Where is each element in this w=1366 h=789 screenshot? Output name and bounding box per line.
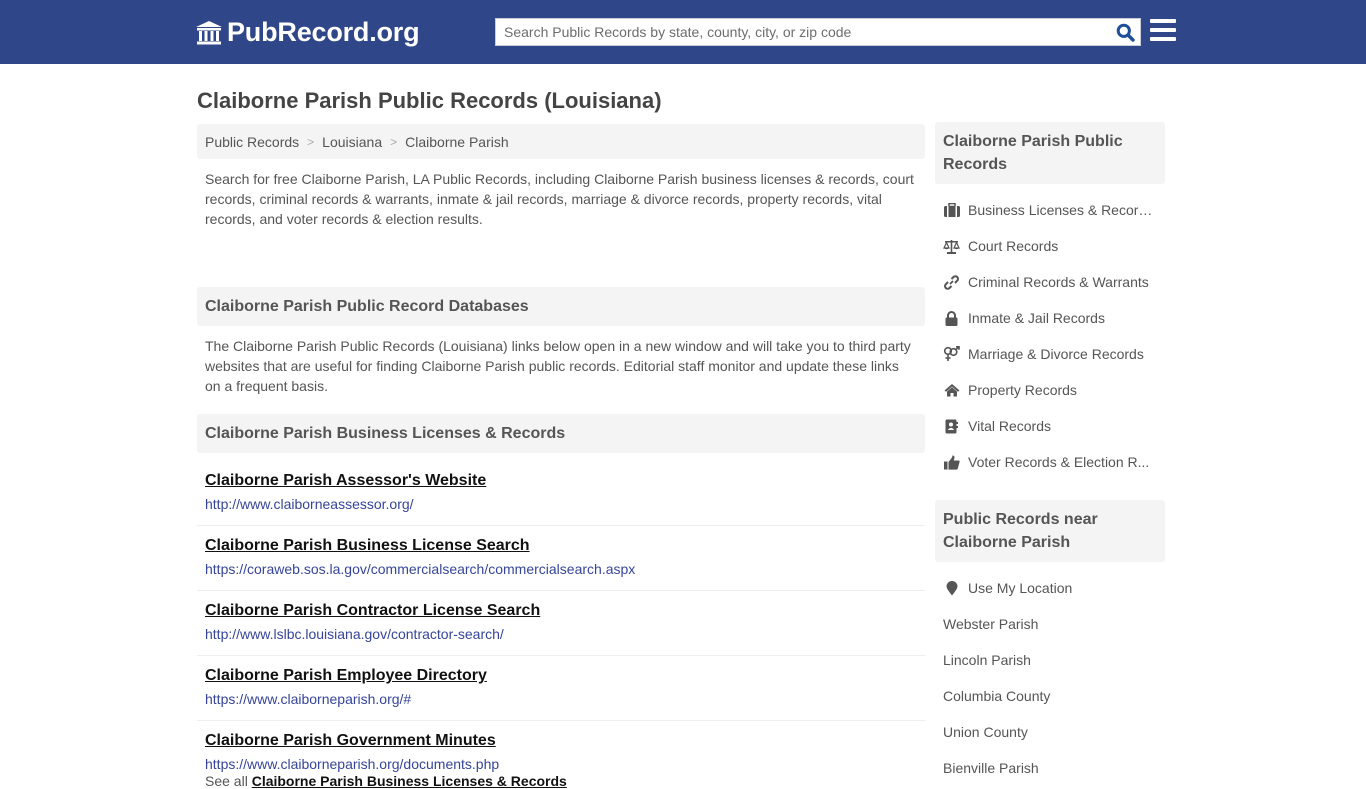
link-url[interactable]: http://www.lslbc.louisiana.gov/contracto… (205, 625, 917, 643)
business-links-list: Claiborne Parish Assessor's Website http… (197, 461, 925, 776)
contact-book-icon (943, 418, 960, 434)
link-title[interactable]: Claiborne Parish Government Minutes (205, 730, 917, 752)
link-icon (943, 274, 960, 290)
breadcrumb-louisiana[interactable]: Louisiana (322, 134, 382, 150)
link-url[interactable]: https://www.claiborneparish.org/document… (205, 755, 917, 773)
sidebar-item-property[interactable]: Property Records (935, 372, 1165, 408)
sidebar-item-label: Voter Records & Election R... (968, 454, 1150, 470)
breadcrumb: Public Records > Louisiana > Claiborne P… (197, 124, 925, 159)
sidebar-item-court[interactable]: Court Records (935, 228, 1165, 264)
sidebar: Claiborne Parish Public Records Business… (935, 122, 1165, 786)
sidebar-nearby-heading: Public Records near Claiborne Parish (935, 500, 1165, 562)
use-my-location-button[interactable]: Use My Location (935, 570, 1165, 606)
nearby-item-union-county[interactable]: Union County (935, 714, 1165, 750)
page-title: Claiborne Parish Public Records (Louisia… (197, 88, 662, 113)
list-item: Claiborne Parish Employee Directory http… (197, 656, 925, 721)
link-title[interactable]: Claiborne Parish Contractor License Sear… (205, 600, 917, 622)
breadcrumb-public-records[interactable]: Public Records (205, 134, 299, 150)
search-icon (1116, 23, 1135, 42)
see-all-row: See all Claiborne Parish Business Licens… (197, 773, 925, 789)
sidebar-item-criminal[interactable]: Criminal Records & Warrants (935, 264, 1165, 300)
link-title[interactable]: Claiborne Parish Business License Search (205, 535, 917, 557)
list-item: Claiborne Parish Business License Search… (197, 526, 925, 591)
link-title[interactable]: Claiborne Parish Employee Directory (205, 665, 917, 687)
top-navbar: PubRecord.org (0, 0, 1366, 64)
logo-text: PubRecord.org (227, 17, 420, 47)
breadcrumb-claiborne-parish[interactable]: Claiborne Parish (405, 134, 509, 150)
sidebar-item-label: Inmate & Jail Records (968, 310, 1105, 326)
courthouse-icon (196, 20, 222, 44)
sidebar-item-vital[interactable]: Vital Records (935, 408, 1165, 444)
intro-text: Search for free Claiborne Parish, LA Pub… (205, 171, 914, 227)
search-bar (495, 18, 1141, 46)
nearby-item-webster-parish[interactable]: Webster Parish (935, 606, 1165, 642)
main-content: Public Records > Louisiana > Claiborne P… (197, 124, 925, 789)
use-my-location-label: Use My Location (968, 580, 1073, 596)
sidebar-item-label: Court Records (968, 238, 1059, 254)
nearby-item-lincoln-parish[interactable]: Lincoln Parish (935, 642, 1165, 678)
list-item: Claiborne Parish Contractor License Sear… (197, 591, 925, 656)
menu-bar-icon (1150, 19, 1176, 23)
search-input[interactable] (496, 19, 1110, 45)
sidebar-item-business[interactable]: Business Licenses & Records (935, 192, 1165, 228)
see-all-prefix: See all (205, 773, 248, 789)
menu-bar-icon (1150, 28, 1176, 32)
business-heading: Claiborne Parish Business Licenses & Rec… (197, 414, 925, 453)
menu-bar-icon (1150, 37, 1176, 41)
sidebar-item-label: Criminal Records & Warrants (968, 274, 1149, 290)
sidebar-item-label: Property Records (968, 382, 1077, 398)
sidebar-records-heading: Claiborne Parish Public Records (935, 122, 1165, 184)
lock-icon (943, 310, 960, 326)
sidebar-item-label: Marriage & Divorce Records (968, 346, 1144, 362)
gender-icon (943, 346, 960, 362)
sidebar-item-voter[interactable]: Voter Records & Election R... (935, 444, 1165, 480)
hamburger-menu-button[interactable] (1150, 19, 1176, 43)
sidebar-item-inmate[interactable]: Inmate & Jail Records (935, 300, 1165, 336)
search-button[interactable] (1110, 19, 1140, 45)
sidebar-nearby-list: Use My Location Webster Parish Lincoln P… (935, 562, 1165, 786)
sidebar-item-marriage[interactable]: Marriage & Divorce Records (935, 336, 1165, 372)
sidebar-item-label: Vital Records (968, 418, 1052, 434)
link-url[interactable]: https://www.claiborneparish.org/# (205, 690, 917, 708)
sidebar-records-list: Business Licenses & Records Court Record… (935, 184, 1165, 480)
sidebar-item-label: Business Licenses & Records (968, 202, 1153, 218)
thumbs-up-icon (943, 454, 960, 470)
map-marker-icon (943, 580, 960, 596)
databases-description: The Claiborne Parish Public Records (Lou… (205, 338, 911, 394)
link-title[interactable]: Claiborne Parish Assessor's Website (205, 470, 917, 492)
briefcase-icon (943, 202, 960, 218)
nearby-item-columbia-county[interactable]: Columbia County (935, 678, 1165, 714)
home-icon (943, 382, 960, 398)
breadcrumb-separator: > (307, 134, 315, 149)
breadcrumb-separator: > (390, 134, 398, 149)
see-all-link[interactable]: Claiborne Parish Business Licenses & Rec… (252, 773, 567, 789)
link-url[interactable]: https://coraweb.sos.la.gov/commercialsea… (205, 560, 917, 578)
scale-icon (943, 238, 960, 254)
site-logo-link[interactable]: PubRecord.org (195, 17, 420, 48)
link-url[interactable]: http://www.claiborneassessor.org/ (205, 495, 917, 513)
nearby-item-bienville-parish[interactable]: Bienville Parish (935, 750, 1165, 786)
list-item: Claiborne Parish Assessor's Website http… (197, 461, 925, 526)
databases-heading: Claiborne Parish Public Record Databases (197, 287, 925, 326)
